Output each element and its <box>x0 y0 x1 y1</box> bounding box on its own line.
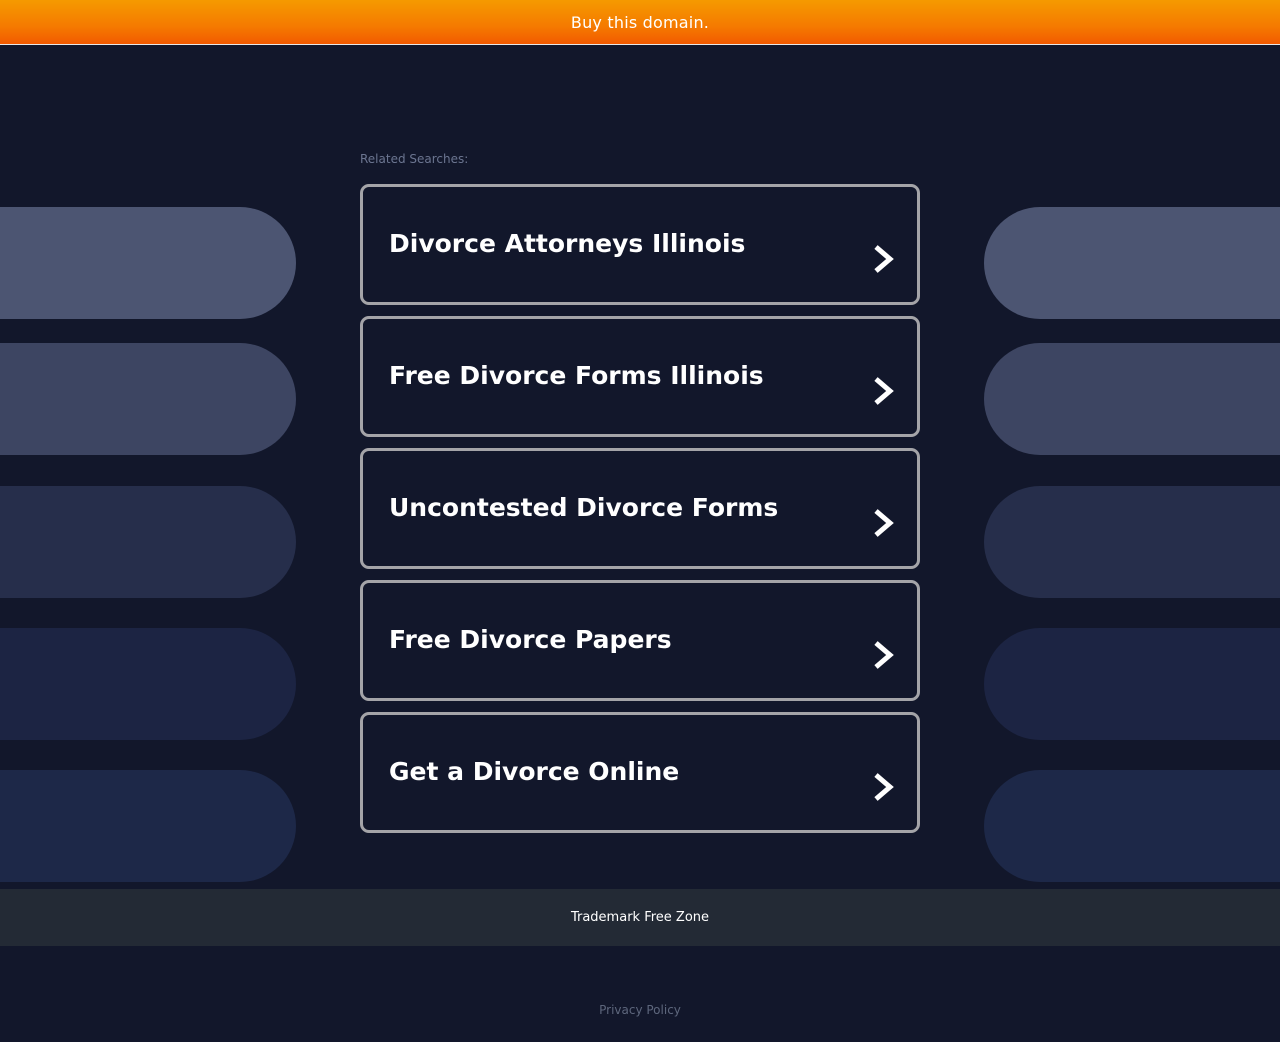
chevron-right-icon <box>874 245 894 273</box>
decor-pill-right-4 <box>984 628 1280 740</box>
chevron-right-icon <box>874 509 894 537</box>
privacy-policy-link[interactable]: Privacy Policy <box>0 1003 1280 1017</box>
related-link-divorce-attorneys-illinois[interactable]: Divorce Attorneys Illinois <box>360 184 920 305</box>
decor-pill-left-3 <box>0 486 296 598</box>
buy-domain-banner[interactable]: Buy this domain. <box>0 0 1280 45</box>
trademark-text: Trademark Free Zone <box>570 910 710 925</box>
decor-pill-left-2 <box>0 343 296 455</box>
decor-pill-right-2 <box>984 343 1280 455</box>
decor-pill-left-5 <box>0 770 296 882</box>
related-link-free-divorce-forms-illinois[interactable]: Free Divorce Forms Illinois <box>360 316 920 437</box>
decor-pill-right-1 <box>984 207 1280 319</box>
related-link-label: Free Divorce Papers <box>389 625 672 654</box>
chevron-right-icon <box>874 773 894 801</box>
decor-pill-left-4 <box>0 628 296 740</box>
buy-domain-label: Buy this domain. <box>570 12 710 32</box>
related-link-label: Get a Divorce Online <box>389 757 680 786</box>
page: Buy this domain. Related Searches: Divor… <box>0 0 1280 1042</box>
decor-pill-right-5 <box>984 770 1280 882</box>
footer-bar: Trademark Free Zone <box>0 889 1280 946</box>
related-link-free-divorce-papers[interactable]: Free Divorce Papers <box>360 580 920 701</box>
chevron-right-icon <box>874 641 894 669</box>
related-links-list: Divorce Attorneys Illinois Free Divorce … <box>360 184 920 844</box>
related-link-get-a-divorce-online[interactable]: Get a Divorce Online <box>360 712 920 833</box>
related-link-uncontested-divorce-forms[interactable]: Uncontested Divorce Forms <box>360 448 920 569</box>
chevron-right-icon <box>874 377 894 405</box>
related-searches-label: Related Searches: <box>360 152 469 166</box>
related-link-label: Uncontested Divorce Forms <box>389 493 779 522</box>
decor-pill-left-1 <box>0 207 296 319</box>
related-link-label: Free Divorce Forms Illinois <box>389 361 764 390</box>
related-link-label: Divorce Attorneys Illinois <box>389 229 746 258</box>
decor-pill-right-3 <box>984 486 1280 598</box>
